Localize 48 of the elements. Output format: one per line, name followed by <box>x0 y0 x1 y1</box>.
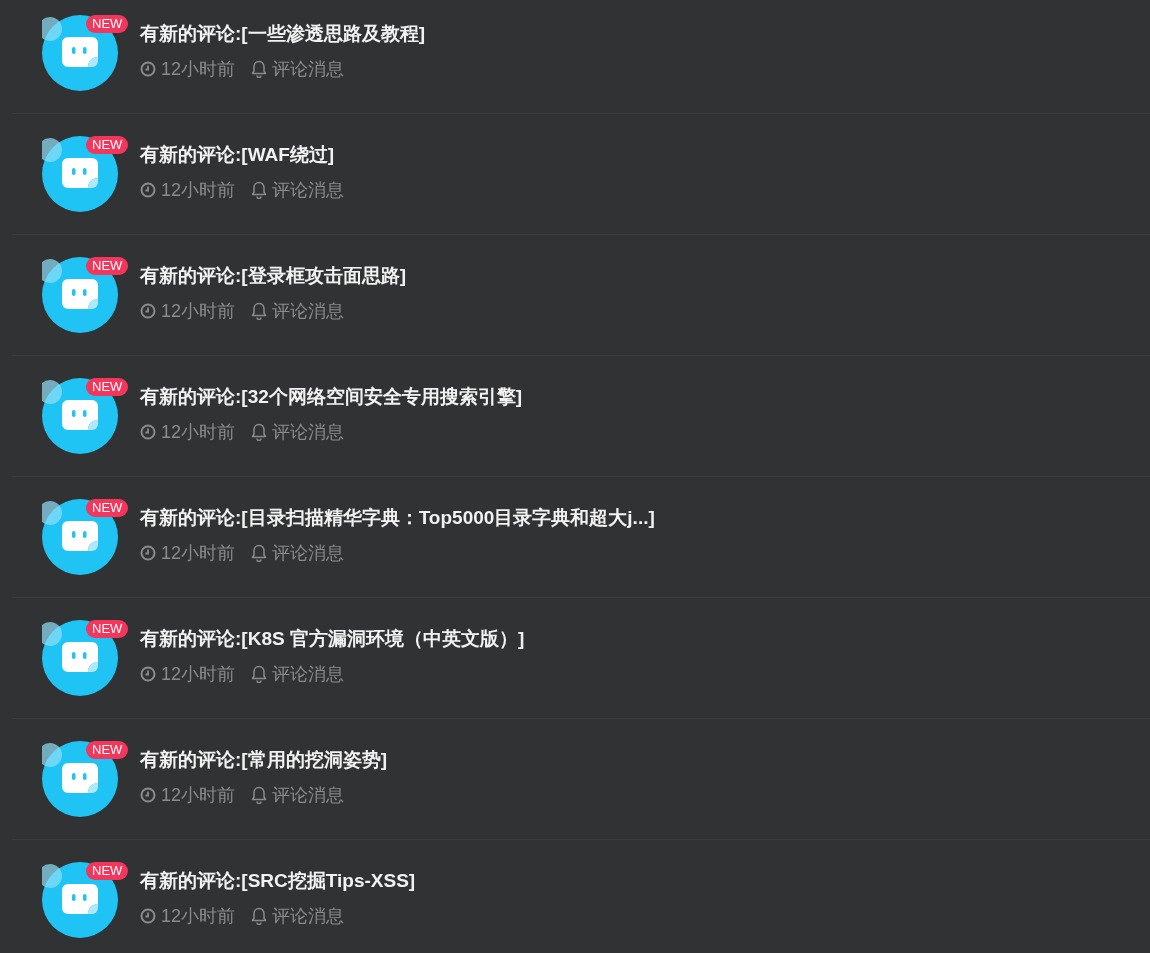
notification-title[interactable]: 有新的评论:[登录框攻击面思路] <box>140 262 406 290</box>
type-label: 评论消息 <box>272 58 345 81</box>
new-badge: NEW <box>86 499 129 517</box>
notification-title[interactable]: 有新的评论:[常用的挖洞姿势] <box>140 746 387 774</box>
notification-title[interactable]: 有新的评论:[WAF绕过] <box>140 141 345 169</box>
bell-icon <box>251 302 268 320</box>
clock-icon <box>140 545 156 561</box>
bell-icon <box>251 60 268 78</box>
clock-icon <box>140 666 156 682</box>
time-label: 12小时前 <box>161 663 236 686</box>
type-label: 评论消息 <box>272 905 345 928</box>
new-badge: NEW <box>86 378 129 396</box>
clock-icon <box>140 424 156 440</box>
bell-icon <box>251 544 268 562</box>
new-badge: NEW <box>86 257 129 275</box>
type-label: 评论消息 <box>272 663 345 686</box>
new-badge: NEW <box>86 862 129 880</box>
time-label: 12小时前 <box>161 784 236 807</box>
notification-title[interactable]: 有新的评论:[一些渗透思路及教程] <box>140 20 425 48</box>
new-badge: NEW <box>86 15 129 33</box>
time-label: 12小时前 <box>161 905 236 928</box>
type-label: 评论消息 <box>272 784 345 807</box>
type-label: 评论消息 <box>272 421 345 444</box>
clock-icon <box>140 303 156 319</box>
time-label: 12小时前 <box>161 58 236 81</box>
new-badge: NEW <box>86 741 129 759</box>
clock-icon <box>140 182 156 198</box>
clock-icon <box>140 908 156 924</box>
bell-icon <box>251 907 268 925</box>
bell-icon <box>251 786 268 804</box>
type-label: 评论消息 <box>272 179 345 202</box>
bell-icon <box>251 665 268 683</box>
bell-icon <box>251 423 268 441</box>
notification-title[interactable]: 有新的评论:[K8S 官方漏洞环境（中英文版）] <box>140 625 525 653</box>
clock-icon <box>140 787 156 803</box>
time-label: 12小时前 <box>161 421 236 444</box>
bell-icon <box>251 181 268 199</box>
new-badge: NEW <box>86 136 129 154</box>
notification-title[interactable]: 有新的评论:[SRC挖掘Tips-XSS] <box>140 867 416 895</box>
time-label: 12小时前 <box>161 179 236 202</box>
time-label: 12小时前 <box>161 300 236 323</box>
time-label: 12小时前 <box>161 542 236 565</box>
type-label: 评论消息 <box>272 300 345 323</box>
clock-icon <box>140 61 156 77</box>
notification-title[interactable]: 有新的评论:[32个网络空间安全专用搜索引擎] <box>140 383 523 411</box>
new-badge: NEW <box>86 620 129 638</box>
type-label: 评论消息 <box>272 542 345 565</box>
notification-title[interactable]: 有新的评论:[目录扫描精华字典：Top5000目录字典和超大j...] <box>140 504 655 532</box>
